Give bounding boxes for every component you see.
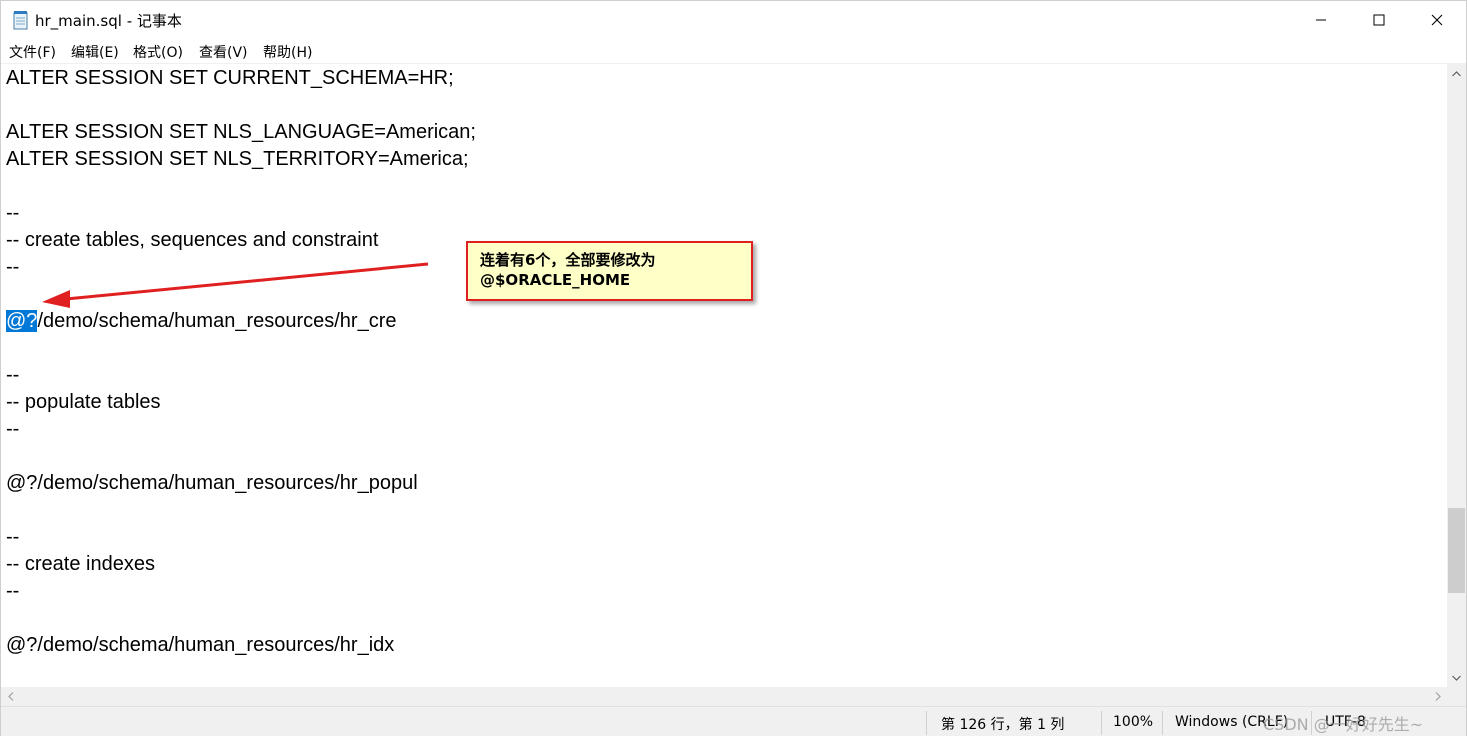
- text-selection: @?: [6, 310, 38, 332]
- vertical-scrollbar[interactable]: [1447, 64, 1466, 687]
- callout-text-line2: @$ORACLE_HOME: [480, 271, 631, 289]
- zoom-level: 100%: [1113, 714, 1154, 730]
- code-line: ALTER SESSION SET NLS_TERRITORY=America;: [6, 148, 469, 170]
- cursor-position: 第 126 行，第 1 列: [941, 717, 1065, 733]
- code-line: --: [6, 202, 20, 224]
- status-divider: [1162, 711, 1163, 735]
- menu-view[interactable]: 查看(V): [199, 42, 248, 62]
- window-title: hr_main.sql - 记事本: [35, 12, 182, 30]
- menu-file[interactable]: 文件(F): [9, 42, 56, 62]
- code-line: @?/demo/schema/human_resources/hr_popul: [6, 472, 418, 494]
- status-divider: [1101, 711, 1102, 735]
- code-line: --: [6, 418, 20, 440]
- text-editor[interactable]: ALTER SESSION SET CURRENT_SCHEMA=HR; ALT…: [1, 64, 1447, 687]
- code-line: ALTER SESSION SET NLS_LANGUAGE=American;: [6, 121, 476, 143]
- code-line-selected: @?/demo/schema/human_resources/hr_cre: [6, 308, 397, 335]
- notepad-window: hr_main.sql - 记事本 文件(F) 编辑(E) 格式(O) 查看(V…: [0, 0, 1467, 736]
- code-line: --: [6, 256, 20, 278]
- code-line: --: [6, 580, 20, 602]
- status-bar: 第 126 行，第 1 列 100% Windows (CRLF) UTF-8 …: [1, 706, 1466, 736]
- notepad-icon: [12, 10, 30, 30]
- close-button[interactable]: [1408, 1, 1466, 39]
- code-line: -- populate tables: [6, 391, 161, 413]
- code-line: --: [6, 364, 20, 386]
- close-icon: [1431, 11, 1443, 30]
- code-line: @?/demo/schema/human_resources/hr_idx: [6, 634, 395, 656]
- watermark: CSDN @一好好先生~: [1263, 715, 1424, 734]
- status-divider: [926, 711, 927, 735]
- horizontal-scrollbar[interactable]: [1, 687, 1447, 706]
- scroll-down-icon[interactable]: [1447, 668, 1466, 687]
- code-line: -- create tables, sequences and constrai…: [6, 229, 379, 251]
- callout-text-line1: 连着有6个，全部要修改为: [480, 251, 656, 269]
- annotation-callout: 连着有6个，全部要修改为 @$ORACLE_HOME: [466, 241, 753, 301]
- menu-edit[interactable]: 编辑(E): [71, 42, 119, 62]
- scrollbar-corner: [1447, 687, 1466, 706]
- scroll-left-icon[interactable]: [1, 687, 20, 706]
- minimize-button[interactable]: [1292, 1, 1350, 39]
- menu-bar: 文件(F) 编辑(E) 格式(O) 查看(V) 帮助(H): [1, 39, 1466, 63]
- scroll-right-icon[interactable]: [1428, 687, 1447, 706]
- code-line: -- create indexes: [6, 553, 155, 575]
- title-bar[interactable]: hr_main.sql - 记事本: [1, 1, 1466, 39]
- scroll-up-icon[interactable]: [1447, 64, 1466, 83]
- code-line-rest: /demo/schema/human_resources/hr_cre: [37, 310, 397, 332]
- code-line: --: [6, 526, 20, 548]
- vertical-scroll-thumb[interactable]: [1448, 508, 1465, 593]
- menu-format[interactable]: 格式(O): [133, 42, 183, 62]
- minimize-icon: [1315, 11, 1327, 30]
- menu-help[interactable]: 帮助(H): [263, 42, 312, 62]
- maximize-button[interactable]: [1350, 1, 1408, 39]
- maximize-icon: [1373, 11, 1385, 30]
- code-line: ALTER SESSION SET CURRENT_SCHEMA=HR;: [6, 67, 454, 89]
